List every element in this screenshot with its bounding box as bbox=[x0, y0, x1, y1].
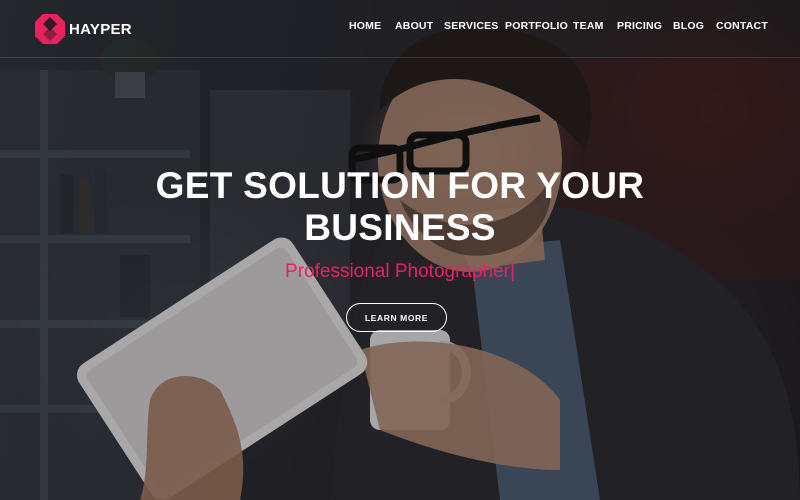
main-nav: HOME ABOUT SERVICES PORTFOLIO TEAM PRICI… bbox=[0, 20, 800, 38]
hero-subheading: Professional Photographer| bbox=[285, 261, 515, 282]
hero-headline-line-1: GET SOLUTION FOR YOUR bbox=[155, 165, 645, 206]
nav-item-team[interactable]: TEAM bbox=[573, 20, 604, 32]
nav-item-home[interactable]: HOME bbox=[349, 20, 381, 32]
hero-section: HAYPER HOME ABOUT SERVICES PORTFOLIO TEA… bbox=[0, 0, 800, 500]
hero-headline: GET SOLUTION FOR YOUR BUSINESS bbox=[0, 165, 800, 249]
nav-item-contact[interactable]: CONTACT bbox=[716, 20, 768, 32]
nav-item-portfolio[interactable]: PORTFOLIO bbox=[505, 20, 568, 32]
hero-headline-line-2: BUSINESS bbox=[304, 207, 496, 248]
hero-overlay bbox=[0, 0, 800, 500]
learn-more-button[interactable]: LEARN MORE bbox=[346, 303, 447, 332]
nav-item-blog[interactable]: BLOG bbox=[673, 20, 704, 32]
nav-item-about[interactable]: ABOUT bbox=[395, 20, 433, 32]
nav-item-services[interactable]: SERVICES bbox=[444, 20, 499, 32]
navbar: HAYPER HOME ABOUT SERVICES PORTFOLIO TEA… bbox=[0, 0, 800, 58]
nav-item-pricing[interactable]: PRICING bbox=[617, 20, 662, 32]
